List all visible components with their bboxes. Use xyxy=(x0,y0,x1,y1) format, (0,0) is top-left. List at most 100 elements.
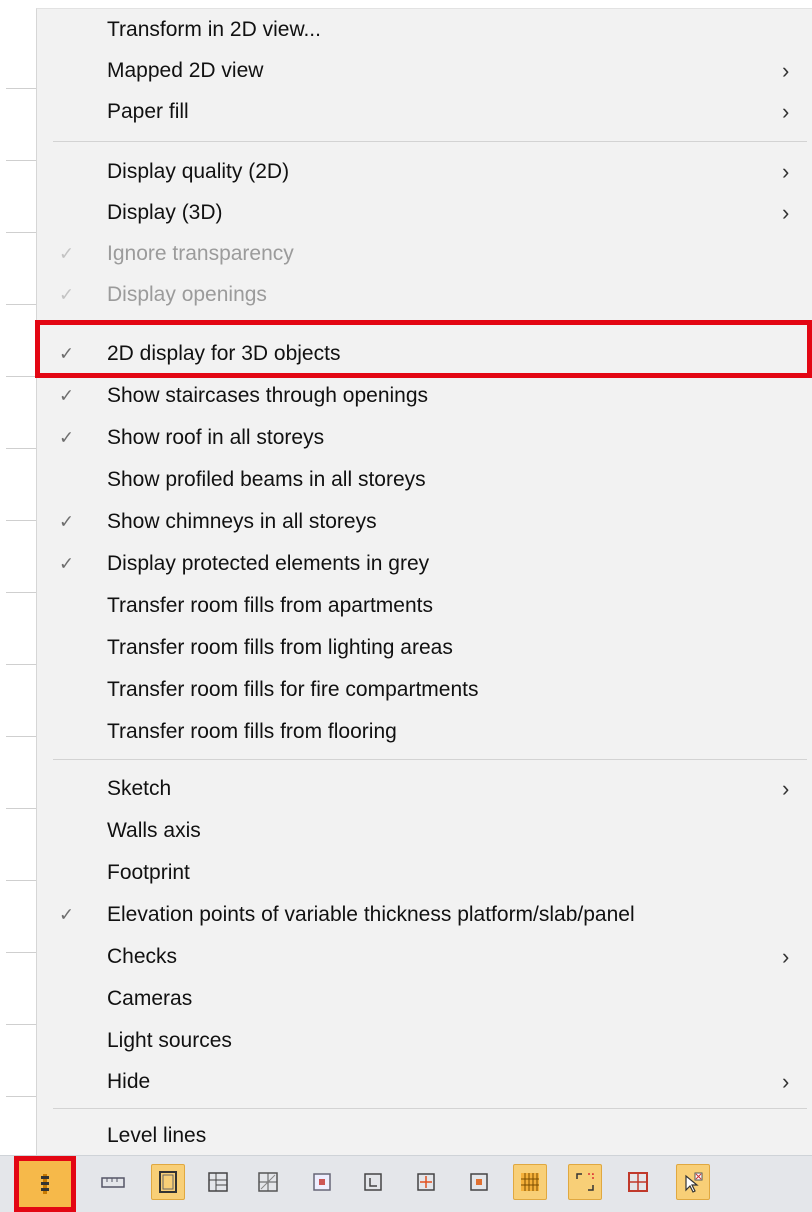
grid-layout-button[interactable] xyxy=(201,1164,235,1200)
ruler-line xyxy=(6,664,36,665)
menu-item-level-lines[interactable]: Level lines xyxy=(37,1116,812,1156)
ruler-line xyxy=(6,592,36,593)
window-split-button[interactable] xyxy=(621,1164,655,1200)
background-panel xyxy=(0,0,36,1155)
menu-item-show-staircases[interactable]: ✓ Show staircases through openings xyxy=(37,376,812,416)
frame-icon xyxy=(156,1169,180,1195)
menu-item-label: Cameras xyxy=(107,987,193,1010)
select-cursor-button[interactable] xyxy=(676,1164,710,1200)
menu-item-display-openings: ✓ Display openings xyxy=(37,275,812,315)
bottom-toolbar xyxy=(0,1155,812,1212)
submenu-arrow-icon: › xyxy=(782,776,790,801)
menu-item-label: Elevation points of variable thickness p… xyxy=(107,903,635,926)
menu-item-hide[interactable]: Hide › xyxy=(37,1062,812,1102)
display-options-button[interactable] xyxy=(14,1156,76,1212)
menu-item-ignore-transparency: ✓ Ignore transparency xyxy=(37,234,812,274)
ruler-line xyxy=(6,304,36,305)
menu-separator xyxy=(53,141,807,142)
menu-item-label: Footprint xyxy=(107,861,190,884)
menu-item-label: Mapped 2D view xyxy=(107,59,264,82)
target-icon xyxy=(467,1170,491,1194)
menu-item-label: Display protected elements in grey xyxy=(107,552,430,575)
ruler-icon xyxy=(100,1172,126,1192)
menu-item-label: Display (3D) xyxy=(107,201,223,224)
dashed-corners-icon xyxy=(573,1170,597,1194)
menu-item-label: Transfer room fills from flooring xyxy=(107,720,397,743)
ruler-line xyxy=(6,736,36,737)
submenu-arrow-icon: › xyxy=(782,58,790,83)
submenu-arrow-icon: › xyxy=(782,944,790,969)
menu-item-label: Level lines xyxy=(107,1124,207,1147)
frame-button[interactable] xyxy=(151,1164,185,1200)
menu-item-show-chimneys[interactable]: ✓ Show chimneys in all storeys xyxy=(37,502,812,542)
target-button[interactable] xyxy=(462,1164,496,1200)
menu-item-light-sources[interactable]: Light sources xyxy=(37,1021,812,1061)
ruler-line xyxy=(6,1024,36,1025)
ruler-line xyxy=(6,160,36,161)
menu-item-label: Transfer room fills for fire compartment… xyxy=(107,678,479,701)
context-menu: Transform in 2D view... Mapped 2D view ›… xyxy=(36,8,812,1158)
menu-item-label: Transfer room fills from lighting areas xyxy=(107,636,453,659)
menu-item-protected-grey[interactable]: ✓ Display protected elements in grey xyxy=(37,544,812,584)
ruler-line xyxy=(6,232,36,233)
menu-item-fills-fire[interactable]: Transfer room fills for fire compartment… xyxy=(37,670,812,710)
ruler-line xyxy=(6,448,36,449)
menu-item-sketch[interactable]: Sketch › xyxy=(37,769,812,809)
menu-item-elevation-points[interactable]: ✓ Elevation points of variable thickness… xyxy=(37,895,812,935)
hatched-grid-button[interactable] xyxy=(251,1164,285,1200)
checkmark-icon: ✓ xyxy=(59,427,75,448)
ruler-line xyxy=(6,952,36,953)
select-cursor-icon xyxy=(681,1170,705,1194)
menu-item-fills-lighting[interactable]: Transfer room fills from lighting areas xyxy=(37,628,812,668)
menu-item-mapped-2d-view[interactable]: Mapped 2D view › xyxy=(37,51,812,91)
menu-item-label: Paper fill xyxy=(107,100,189,123)
ruler-line xyxy=(6,880,36,881)
grid-layout-icon xyxy=(206,1170,230,1194)
hatched-grid-icon xyxy=(256,1170,280,1194)
submenu-arrow-icon: › xyxy=(782,99,790,124)
menu-item-show-profiled-beams[interactable]: Show profiled beams in all storeys xyxy=(37,460,812,500)
hatch-pattern-button[interactable] xyxy=(513,1164,547,1200)
menu-item-label: Transform in 2D view... xyxy=(107,18,321,41)
menu-separator xyxy=(53,1108,807,1109)
dashed-corners-button[interactable] xyxy=(568,1164,602,1200)
menu-item-label: Sketch xyxy=(107,777,172,800)
checkmark-icon: ✓ xyxy=(59,243,75,264)
menu-item-label: Ignore transparency xyxy=(107,242,294,265)
menu-item-walls-axis[interactable]: Walls axis xyxy=(37,811,812,851)
checkmark-icon: ✓ xyxy=(59,511,75,532)
ruler-line xyxy=(6,1096,36,1097)
menu-item-label: Show chimneys in all storeys xyxy=(107,510,377,533)
ruler-line xyxy=(6,376,36,377)
menu-item-label: Display openings xyxy=(107,283,267,306)
menu-item-checks[interactable]: Checks › xyxy=(37,937,812,977)
display-options-icon xyxy=(38,1171,52,1197)
menu-item-label: Show staircases through openings xyxy=(107,384,429,407)
menu-item-label: Hide xyxy=(107,1070,151,1093)
menu-item-footprint[interactable]: Footprint xyxy=(37,853,812,893)
ruler-button[interactable] xyxy=(96,1164,130,1200)
menu-item-show-roof[interactable]: ✓ Show roof in all storeys xyxy=(37,418,812,458)
window-split-icon xyxy=(626,1170,650,1194)
menu-item-transform-2d[interactable]: Transform in 2D view... xyxy=(37,10,812,50)
ruler-line xyxy=(6,808,36,809)
menu-item-label: Checks xyxy=(107,945,178,968)
center-point-button[interactable] xyxy=(409,1164,443,1200)
menu-item-fills-apartments[interactable]: Transfer room fills from apartments xyxy=(37,586,812,626)
checkmark-icon: ✓ xyxy=(59,904,75,925)
menu-item-display-3d[interactable]: Display (3D) › xyxy=(37,193,812,233)
corner-marker-button[interactable] xyxy=(356,1164,390,1200)
menu-item-display-quality-2d[interactable]: Display quality (2D) › xyxy=(37,152,812,192)
hatch-pattern-icon xyxy=(518,1170,542,1194)
checkmark-icon: ✓ xyxy=(59,385,75,406)
image-fill-button[interactable] xyxy=(305,1164,339,1200)
menu-item-cameras[interactable]: Cameras xyxy=(37,979,812,1019)
menu-item-fills-flooring[interactable]: Transfer room fills from flooring xyxy=(37,712,812,752)
menu-item-label: Show profiled beams in all storeys xyxy=(107,468,426,491)
menu-item-paper-fill[interactable]: Paper fill › xyxy=(37,92,812,132)
menu-separator xyxy=(53,759,807,760)
corner-marker-icon xyxy=(361,1170,385,1194)
ruler-line xyxy=(6,520,36,521)
submenu-arrow-icon: › xyxy=(782,1069,790,1094)
ruler-line xyxy=(6,88,36,89)
